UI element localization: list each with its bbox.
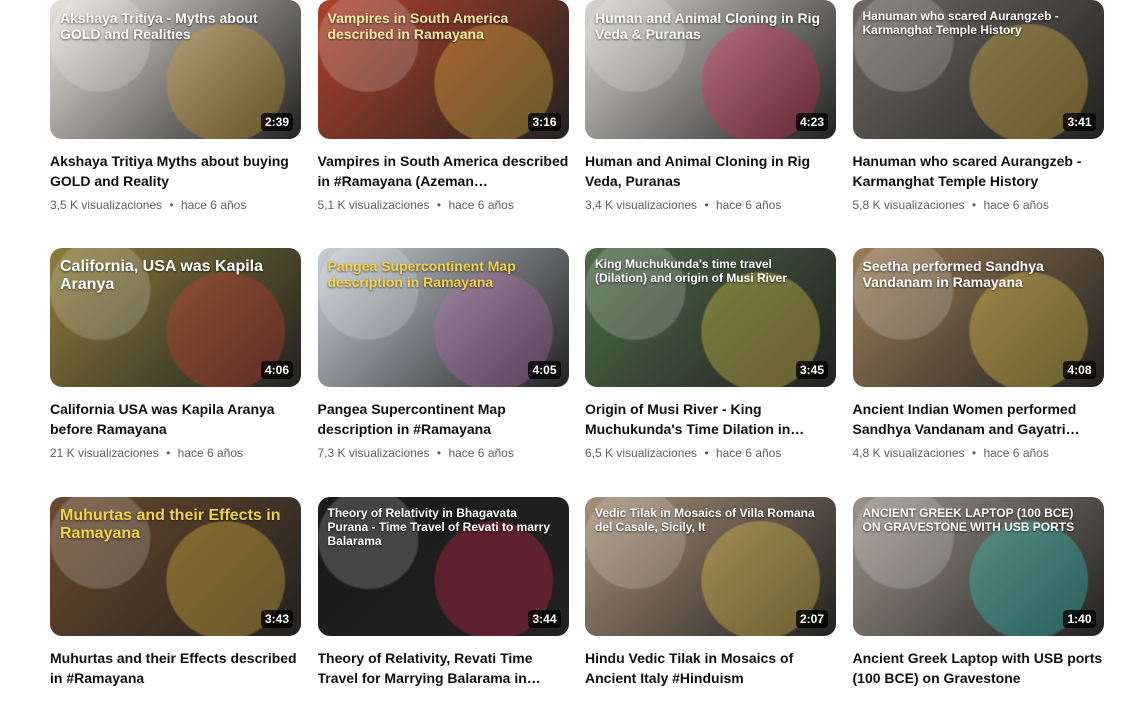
- video-card[interactable]: Seetha performed Sandhya Vandanam in Ram…: [852, 248, 1104, 461]
- video-thumbnail[interactable]: Hanuman who scared Aurangzeb - Karmangha…: [852, 0, 1104, 139]
- video-card[interactable]: Human and Animal Cloning in Rig Veda & P…: [585, 0, 836, 213]
- video-title[interactable]: Hanuman who scared Aurangzeb - Karmangha…: [853, 151, 1104, 191]
- video-meta: 4,8 K visualizaciones • hace 6 años: [853, 445, 1104, 461]
- meta-separator: •: [436, 198, 442, 212]
- video-meta: 5,1 K visualizaciones • hace 6 años: [318, 197, 569, 213]
- thumbnail-overlay-text: Muhurtas and their Effects in Ramayana: [60, 507, 281, 543]
- video-meta: [318, 694, 569, 710]
- video-title[interactable]: Akshaya Tritiya Myths about buying GOLD …: [50, 151, 301, 191]
- view-count: 5,8 K visualizaciones: [852, 198, 965, 212]
- duration-badge: 3:16: [528, 113, 561, 131]
- video-title[interactable]: Ancient Indian Women performed Sandhya V…: [853, 399, 1104, 439]
- upload-age: hace 6 años: [715, 198, 782, 212]
- upload-age: hace 6 años: [448, 446, 514, 460]
- video-meta: [50, 694, 301, 710]
- view-count: 3,4 K visualizaciones: [585, 198, 698, 212]
- thumbnail-overlay-text: California, USA was Kapila Aranya: [60, 258, 264, 294]
- video-title[interactable]: Origin of Musi River - King Muchukunda's…: [585, 399, 836, 439]
- video-thumbnail[interactable]: Vampires in South America described in R…: [317, 0, 569, 139]
- duration-badge: 2:39: [260, 113, 293, 131]
- video-card[interactable]: Vampires in South America described in R…: [317, 0, 569, 213]
- view-count: 3,5 K visualizaciones: [50, 198, 163, 212]
- video-thumbnail[interactable]: Akshaya Tritiya - Myths about GOLD and R…: [50, 0, 301, 139]
- upload-age: hace 6 años: [448, 198, 514, 212]
- video-title[interactable]: Ancient Greek Laptop with USB ports (100…: [853, 648, 1104, 688]
- view-count: 21 K visualizaciones: [50, 446, 159, 460]
- upload-age: hace 6 años: [715, 446, 782, 460]
- video-thumbnail[interactable]: King Muchukunda's time travel (Dilation)…: [585, 248, 836, 387]
- meta-separator: •: [971, 198, 977, 212]
- thumbnail-overlay-text: Vedic Tilak in Mosaics of Villa Romana d…: [595, 506, 815, 534]
- video-card[interactable]: Theory of Relativity in Bhagavata Purana…: [317, 497, 569, 710]
- video-meta: 6,5 K visualizaciones • hace 6 años: [585, 445, 836, 461]
- video-meta: [853, 694, 1104, 710]
- duration-badge: 4:06: [260, 361, 293, 379]
- video-thumbnail[interactable]: Muhurtas and their Effects in Ramayana 3…: [50, 497, 301, 636]
- thumbnail-overlay-text: Hanuman who scared Aurangzeb - Karmangha…: [862, 9, 1059, 37]
- duration-badge: 1:40: [1063, 610, 1096, 628]
- duration-badge: 3:41: [1063, 113, 1096, 131]
- video-card[interactable]: Akshaya Tritiya - Myths about GOLD and R…: [50, 0, 301, 213]
- duration-badge: 4:23: [795, 113, 828, 131]
- duration-badge: 3:44: [528, 610, 561, 628]
- video-title[interactable]: Human and Animal Cloning in Rig Veda, Pu…: [585, 151, 836, 191]
- video-thumbnail[interactable]: Pangea Supercontinent Map description in…: [317, 248, 569, 387]
- video-meta: 3,4 K visualizaciones • hace 6 años: [585, 197, 836, 213]
- video-meta: 21 K visualizaciones • hace 6 años: [50, 445, 301, 461]
- meta-separator: •: [166, 446, 171, 460]
- video-card[interactable]: Hanuman who scared Aurangzeb - Karmangha…: [852, 0, 1104, 213]
- video-card[interactable]: ANCIENT GREEK LAPTOP (100 BCE) ON GRAVES…: [852, 497, 1104, 710]
- view-count: 4,8 K visualizaciones: [852, 446, 965, 460]
- video-card[interactable]: California, USA was Kapila Aranya 4:06 C…: [50, 248, 301, 461]
- thumbnail-overlay-text: Vampires in South America described in R…: [327, 10, 509, 43]
- thumbnail-overlay-text: ANCIENT GREEK LAPTOP (100 BCE) ON GRAVES…: [862, 506, 1075, 534]
- duration-badge: 3:45: [795, 361, 828, 379]
- video-meta: 7,3 K visualizaciones • hace 6 años: [318, 445, 569, 461]
- thumbnail-overlay-text: Seetha performed Sandhya Vandanam in Ram…: [862, 258, 1044, 291]
- video-thumbnail[interactable]: ANCIENT GREEK LAPTOP (100 BCE) ON GRAVES…: [852, 497, 1104, 636]
- thumbnail-overlay-text: Pangea Supercontinent Map description in…: [327, 258, 516, 291]
- view-count: 6,5 K visualizaciones: [585, 446, 698, 460]
- video-card[interactable]: Vedic Tilak in Mosaics of Villa Romana d…: [585, 497, 836, 710]
- thumbnail-overlay-text: King Muchukunda's time travel (Dilation)…: [595, 257, 787, 285]
- view-count: 7,3 K visualizaciones: [317, 446, 430, 460]
- video-thumbnail[interactable]: Vedic Tilak in Mosaics of Villa Romana d…: [585, 497, 836, 636]
- duration-badge: 4:08: [1063, 361, 1096, 379]
- video-title[interactable]: Theory of Relativity, Revati Time Travel…: [318, 648, 569, 688]
- duration-badge: 3:43: [260, 610, 293, 628]
- thumbnail-overlay-text: Akshaya Tritiya - Myths about GOLD and R…: [60, 10, 258, 43]
- duration-badge: 4:05: [528, 361, 561, 379]
- video-title[interactable]: Hindu Vedic Tilak in Mosaics of Ancient …: [585, 648, 836, 688]
- upload-age: hace 6 años: [177, 446, 244, 460]
- video-thumbnail[interactable]: Theory of Relativity in Bhagavata Purana…: [317, 497, 569, 636]
- upload-age: hace 6 años: [983, 198, 1049, 212]
- video-meta: [585, 694, 836, 710]
- meta-separator: •: [704, 198, 709, 212]
- thumbnail-overlay-text: Human and Animal Cloning in Rig Veda & P…: [595, 10, 821, 43]
- video-thumbnail[interactable]: Human and Animal Cloning in Rig Veda & P…: [585, 0, 836, 139]
- view-count: 5,1 K visualizaciones: [317, 198, 430, 212]
- thumbnail-overlay-text: Theory of Relativity in Bhagavata Purana…: [327, 506, 551, 548]
- meta-separator: •: [704, 446, 709, 460]
- video-card[interactable]: Pangea Supercontinent Map description in…: [317, 248, 569, 461]
- meta-separator: •: [436, 446, 442, 460]
- video-card[interactable]: King Muchukunda's time travel (Dilation)…: [585, 248, 836, 461]
- duration-badge: 2:07: [795, 610, 828, 628]
- video-thumbnail[interactable]: Seetha performed Sandhya Vandanam in Ram…: [852, 248, 1104, 387]
- video-card[interactable]: Muhurtas and their Effects in Ramayana 3…: [50, 497, 301, 710]
- video-meta: 3,5 K visualizaciones • hace 6 años: [50, 197, 301, 213]
- upload-age: hace 6 años: [983, 446, 1049, 460]
- video-title[interactable]: Muhurtas and their Effects described in …: [50, 648, 301, 688]
- meta-separator: •: [971, 446, 977, 460]
- video-title[interactable]: Pangea Supercontinent Map description in…: [318, 399, 569, 439]
- video-title[interactable]: Vampires in South America described in #…: [318, 151, 569, 191]
- upload-age: hace 6 años: [180, 198, 247, 212]
- video-title[interactable]: California USA was Kapila Aranya before …: [50, 399, 301, 439]
- meta-separator: •: [169, 198, 174, 212]
- video-meta: 5,8 K visualizaciones • hace 6 años: [853, 197, 1104, 213]
- video-thumbnail[interactable]: California, USA was Kapila Aranya 4:06: [50, 248, 301, 387]
